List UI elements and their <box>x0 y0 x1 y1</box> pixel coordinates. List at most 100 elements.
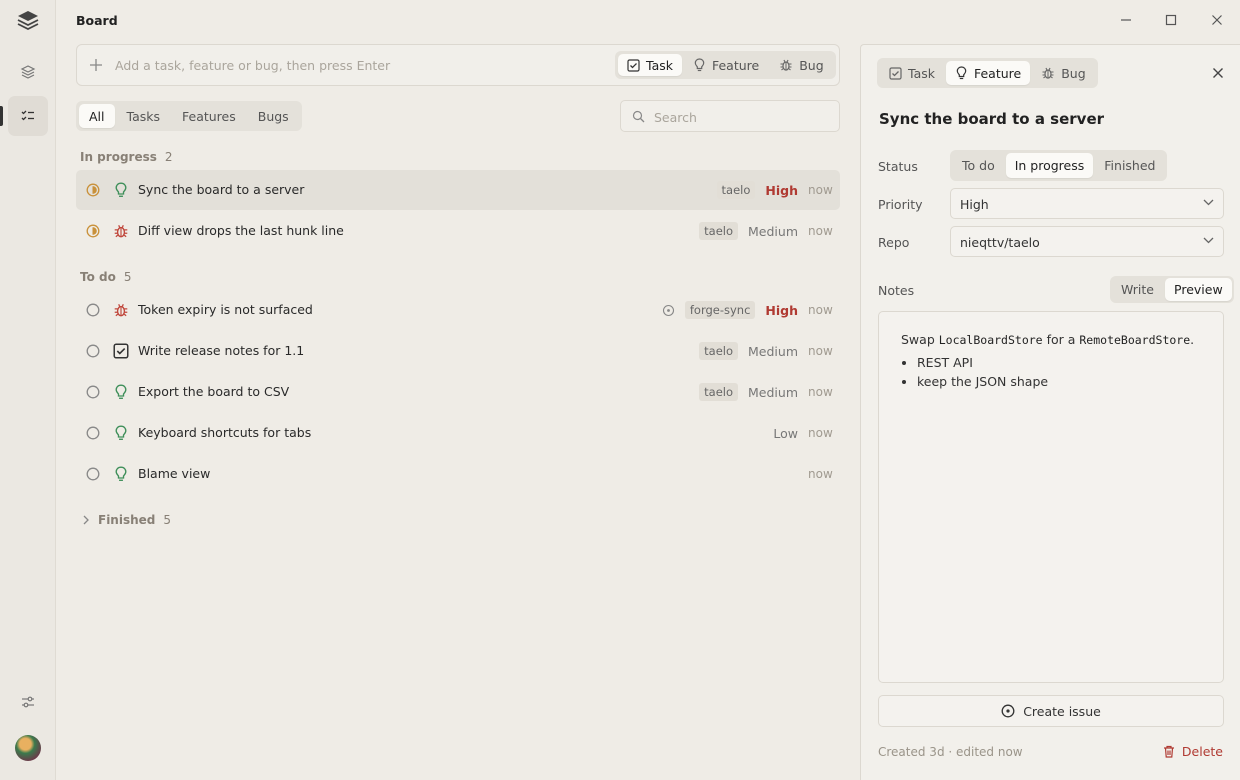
todo-status-icon[interactable] <box>86 344 100 358</box>
bug-icon <box>779 58 793 72</box>
add-type-feature[interactable]: Feature <box>684 54 768 76</box>
detail-title: Sync the board to a server <box>879 110 1105 128</box>
group-label: To do <box>80 270 116 284</box>
item-title: Token expiry is not surfaced <box>138 302 313 317</box>
lightbulb-icon <box>113 425 129 441</box>
notes-preview-tab[interactable]: Preview <box>1165 278 1232 301</box>
todo-status-icon[interactable] <box>86 385 100 399</box>
priority-label: Low <box>773 425 798 441</box>
inline-code: RemoteBoardStore <box>1079 333 1191 347</box>
maximize-icon[interactable] <box>1161 10 1181 30</box>
repo-chip: taelo <box>699 342 739 360</box>
priority-value: High <box>960 197 989 212</box>
todo-status-icon[interactable] <box>86 467 100 481</box>
tab-tasks[interactable]: Tasks <box>117 104 171 128</box>
group-label: In progress <box>80 150 157 164</box>
repo-value: nieqttv/taelo <box>960 235 1040 250</box>
page-title: Board <box>76 13 118 28</box>
list-item[interactable]: Blame view now <box>76 454 840 494</box>
checkbox-icon <box>889 66 902 80</box>
status-in-progress[interactable]: In progress <box>1005 153 1094 178</box>
linked-issue-icon <box>662 304 675 317</box>
notes-preview[interactable]: Swap LocalBoardStore for a RemoteBoardSt… <box>878 311 1224 683</box>
repo-chip: taelo <box>716 181 756 199</box>
repo-chip: taelo <box>699 383 739 401</box>
close-panel-icon[interactable] <box>1212 67 1224 79</box>
item-age: now <box>808 385 833 399</box>
bug-icon <box>113 223 129 239</box>
item-age: now <box>808 344 833 358</box>
add-type-task[interactable]: Task <box>618 54 682 76</box>
list-item[interactable]: Keyboard shortcuts for tabs Low now <box>76 413 840 453</box>
group-header-finished[interactable]: Finished 5 <box>82 513 171 527</box>
create-issue-label: Create issue <box>1023 703 1101 719</box>
layers-icon[interactable] <box>8 52 48 92</box>
status-finished[interactable]: Finished <box>1095 153 1164 178</box>
list-item[interactable]: Diff view drops the last hunk line taelo… <box>76 211 840 251</box>
search-icon <box>632 110 645 123</box>
settings-sliders-icon[interactable] <box>8 682 48 722</box>
minimize-icon[interactable] <box>1116 10 1136 30</box>
created-meta: Created 3d · edited now <box>878 745 1023 759</box>
add-type-task-label: Task <box>646 57 673 73</box>
trash-icon <box>1163 745 1175 758</box>
item-title: Keyboard shortcuts for tabs <box>138 425 312 440</box>
group-count: 5 <box>163 513 172 527</box>
search-placeholder: Search <box>654 110 697 125</box>
tab-all[interactable]: All <box>79 104 115 128</box>
notes-label: Notes <box>878 283 915 298</box>
detail-type-task-label: Task <box>908 65 935 81</box>
delete-button[interactable]: Delete <box>1163 744 1223 759</box>
item-age: now <box>808 303 833 317</box>
add-item-bar[interactable]: Add a task, feature or bug, then press E… <box>76 44 840 86</box>
bug-icon <box>113 302 129 318</box>
status-to-do[interactable]: To do <box>953 153 1004 178</box>
group-count: 5 <box>123 270 132 284</box>
item-age: now <box>808 224 833 238</box>
notes-bullet: keep the JSON shape <box>917 374 1201 389</box>
item-age: now <box>808 467 833 481</box>
detail-type-bug[interactable]: Bug <box>1032 61 1094 85</box>
list-item[interactable]: Token expiry is not surfaced forge-sync … <box>76 290 840 330</box>
detail-type-feature-label: Feature <box>973 65 1022 81</box>
sidebar-rail <box>0 0 56 780</box>
group-header-in-progress: In progress 2 <box>80 150 173 164</box>
priority-label: High <box>765 302 798 318</box>
active-indicator <box>0 106 3 126</box>
todo-status-icon[interactable] <box>86 303 100 317</box>
add-item-placeholder[interactable]: Add a task, feature or bug, then press E… <box>115 58 390 73</box>
tab-features[interactable]: Features <box>172 104 246 128</box>
close-window-icon[interactable] <box>1207 10 1227 30</box>
in-progress-status-icon[interactable] <box>86 183 100 197</box>
create-issue-button[interactable]: Create issue <box>878 695 1224 727</box>
notes-mode-toggle: Write Preview <box>1110 276 1234 303</box>
item-title: Write release notes for 1.1 <box>138 343 305 358</box>
lightbulb-icon <box>113 466 129 482</box>
list-item[interactable]: Write release notes for 1.1 taelo Medium… <box>76 331 840 371</box>
add-type-bug-label: Bug <box>799 57 824 73</box>
avatar[interactable] <box>15 735 41 761</box>
add-type-toggle: Task Feature Bug <box>615 51 836 79</box>
board-nav-icon[interactable] <box>8 96 48 136</box>
repo-chip: taelo <box>699 222 739 240</box>
list-item[interactable]: Export the board to CSV taelo Medium now <box>76 372 840 412</box>
repo-select[interactable]: nieqttv/taelo <box>950 226 1224 257</box>
detail-type-feature[interactable]: Feature <box>945 61 1031 85</box>
status-label: Status <box>878 159 918 174</box>
tab-bugs[interactable]: Bugs <box>248 104 299 128</box>
detail-panel: Task Feature Bug Sync the board to a ser… <box>860 44 1240 780</box>
inline-code: LocalBoardStore <box>938 333 1043 347</box>
item-title: Sync the board to a server <box>138 182 305 197</box>
chevron-down-icon <box>1203 199 1214 206</box>
in-progress-status-icon[interactable] <box>86 224 100 238</box>
list-item[interactable]: Sync the board to a server taelo High no… <box>76 170 840 210</box>
priority-select[interactable]: High <box>950 188 1224 219</box>
detail-type-task[interactable]: Task <box>880 61 944 85</box>
todo-status-icon[interactable] <box>86 426 100 440</box>
notes-write-tab[interactable]: Write <box>1112 278 1163 301</box>
detail-type-bug-label: Bug <box>1061 65 1086 81</box>
add-type-bug[interactable]: Bug <box>770 54 832 76</box>
status-toggle: To do In progress Finished <box>950 150 1168 181</box>
search-input[interactable]: Search <box>620 100 840 132</box>
detail-type-toggle: Task Feature Bug <box>877 58 1098 88</box>
